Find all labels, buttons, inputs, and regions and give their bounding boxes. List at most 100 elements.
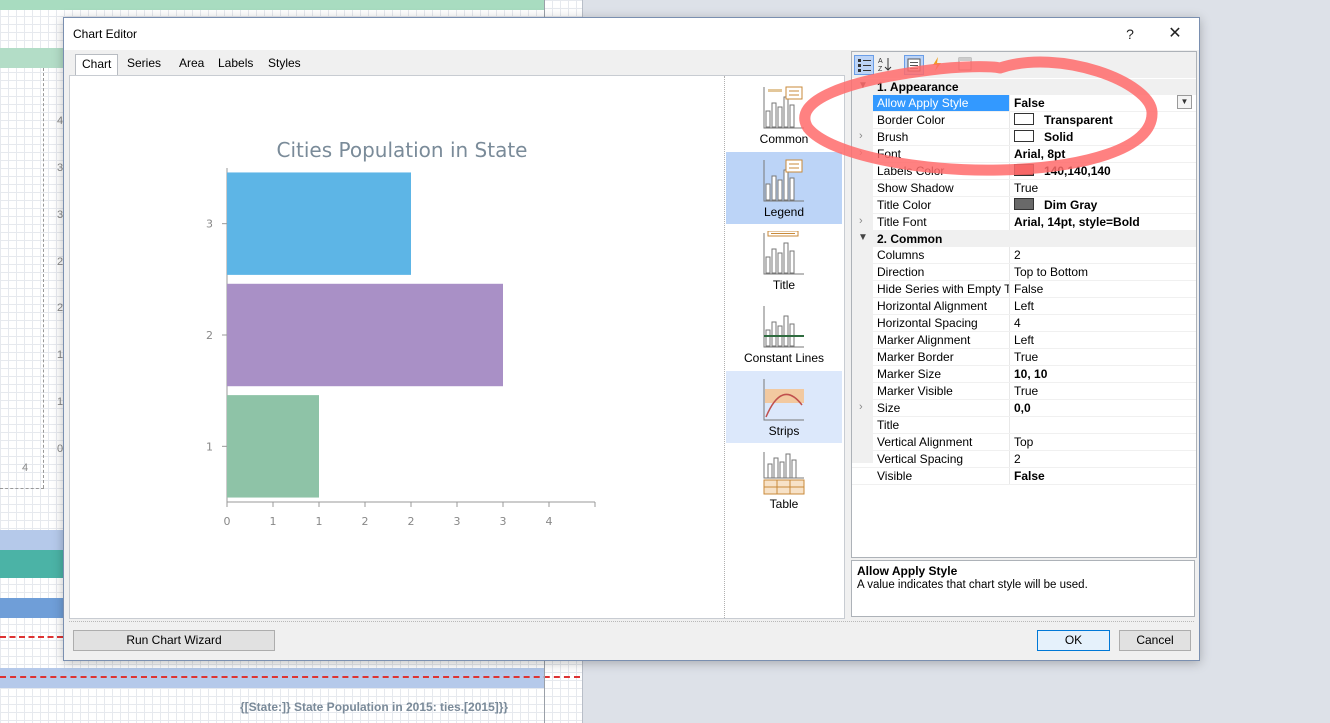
chevron-down-icon[interactable]: ▼ (858, 80, 868, 91)
property-row-horizontal-spacing[interactable]: Horizontal Spacing 4 (852, 315, 1196, 332)
x-tick-label: 3 (454, 515, 461, 528)
categorized-view-icon[interactable] (854, 55, 874, 75)
property-row-size[interactable]: › Size 0,0 (852, 400, 1196, 417)
chart-element-label: Title (772, 278, 796, 292)
property-row-marker-border[interactable]: Marker Border True (852, 349, 1196, 366)
property-row-show-shadow[interactable]: Show Shadow True (852, 180, 1196, 197)
help-button[interactable]: ? (1118, 23, 1142, 45)
property-row-title-color[interactable]: Title Color Dim Gray (852, 197, 1196, 214)
chart-preview[interactable]: Cities Population in State 1 2 3 0 1 1 2 2 3 3 4 (70, 76, 724, 618)
sort-alphabetical-icon[interactable]: AZ (876, 55, 896, 75)
property-value[interactable]: Solid (1014, 129, 1073, 145)
dialog-titlebar[interactable]: Chart Editor ? ✕ (64, 18, 1199, 50)
property-value[interactable]: Arial, 14pt, style=Bold (1014, 214, 1140, 230)
chart-element-common[interactable]: Common (726, 79, 842, 151)
property-value[interactable]: 140,140,140 (1014, 163, 1111, 179)
property-value[interactable]: Dim Gray (1014, 197, 1097, 213)
tab-chart[interactable]: Chart (75, 54, 119, 75)
designer-axis-label: 4 (22, 462, 29, 474)
property-description: Allow Apply Style A value indicates that… (851, 560, 1195, 617)
property-row-allow-apply-style[interactable]: Allow Apply Style False ▼ (852, 95, 1196, 112)
dropdown-chevron-icon[interactable]: ▼ (1177, 95, 1192, 109)
chevron-right-icon[interactable]: › (859, 130, 863, 142)
panel-divider (724, 76, 725, 618)
events-view-icon[interactable] (928, 55, 948, 75)
property-row-title-font[interactable]: › Title Font Arial, 14pt, style=Bold (852, 214, 1196, 231)
property-name: Show Shadow (873, 180, 1010, 196)
property-value[interactable]: True (1014, 180, 1038, 196)
tab-styles[interactable]: Styles (262, 54, 307, 73)
y-tick-label: 3 (206, 218, 213, 231)
title-chart-icon (763, 231, 804, 275)
bar-1[interactable] (227, 395, 319, 498)
property-value[interactable]: 10, 10 (1014, 366, 1047, 382)
property-value[interactable]: 4 (1014, 315, 1021, 331)
property-row-direction[interactable]: Direction Top to Bottom (852, 264, 1196, 281)
property-row-border-color[interactable]: Border Color Transparent (852, 112, 1196, 129)
property-value[interactable]: False (1014, 281, 1043, 297)
tab-area[interactable]: Area (173, 54, 210, 73)
chevron-down-icon[interactable]: ▼ (858, 232, 868, 243)
property-value[interactable]: 2 (1014, 451, 1021, 467)
property-value[interactable]: True (1014, 383, 1038, 399)
property-row-marker-alignment[interactable]: Marker Alignment Left (852, 332, 1196, 349)
property-pages-icon[interactable] (956, 55, 976, 75)
properties-view-icon[interactable] (904, 55, 924, 75)
x-tick-label: 1 (316, 515, 323, 528)
x-tick-label: 2 (362, 515, 369, 528)
designer-band-header (0, 0, 545, 10)
property-name: Labels Color (873, 163, 1010, 179)
ok-button[interactable]: OK (1037, 630, 1110, 651)
chart-editor-dialog: Chart Editor ? ✕ Chart Series Area Labels St… (63, 17, 1200, 661)
bar-3[interactable] (227, 172, 411, 275)
property-row-font[interactable]: › Font Arial, 8pt (852, 146, 1196, 163)
tab-series[interactable]: Series (121, 54, 167, 73)
property-name: Marker Visible (873, 383, 1010, 399)
property-value[interactable]: True (1014, 349, 1038, 365)
chart-element-table[interactable]: Table (726, 444, 842, 516)
property-value[interactable]: 0,0 (1014, 400, 1031, 416)
cancel-button[interactable]: Cancel (1119, 630, 1191, 651)
property-value[interactable]: Top to Bottom (1014, 264, 1088, 280)
chart-element-constant-lines[interactable]: Constant Lines (726, 298, 842, 370)
chart-element-legend[interactable]: Legend (726, 152, 842, 224)
chevron-right-icon[interactable]: › (859, 401, 863, 413)
property-row-columns[interactable]: Columns 2 (852, 247, 1196, 264)
chart-element-label: Constant Lines (743, 351, 825, 365)
property-row-brush[interactable]: › Brush Solid (852, 129, 1196, 146)
property-row-marker-visible[interactable]: Marker Visible True (852, 383, 1196, 400)
tab-labels[interactable]: Labels (212, 54, 259, 73)
property-grid-toolbar: AZ (852, 52, 1196, 78)
chart-element-strips[interactable]: Strips (726, 371, 842, 443)
chevron-right-icon[interactable]: › (859, 215, 863, 227)
designer-footer-expression[interactable]: {[State:]} State Population in 2015: tie… (240, 700, 508, 714)
property-name: Horizontal Alignment (873, 298, 1010, 314)
property-row-hide-series-with-empty-title[interactable]: Hide Series with Empty TitleFalse (852, 281, 1196, 298)
property-value[interactable]: Left (1014, 332, 1034, 348)
property-value[interactable]: False (1014, 468, 1045, 484)
property-row-labels-color[interactable]: Labels Color 140,140,140 (852, 163, 1196, 180)
bar-2[interactable] (227, 283, 503, 387)
color-swatch (1014, 164, 1034, 176)
property-value[interactable]: Left (1014, 298, 1034, 314)
property-row-visible[interactable]: Visible False (852, 468, 1196, 485)
property-category[interactable]: ▼ 1. Appearance (852, 79, 1196, 95)
property-value[interactable]: Top (1014, 434, 1033, 450)
chevron-right-icon[interactable]: › (859, 147, 863, 159)
chart-element-label: Common (759, 132, 809, 146)
run-chart-wizard-button[interactable]: Run Chart Wizard (73, 630, 275, 651)
chart-element-title[interactable]: Title (726, 225, 842, 297)
close-icon[interactable]: ✕ (1163, 23, 1187, 45)
property-value[interactable]: 2 (1014, 247, 1021, 263)
category-name: 1. Appearance (877, 80, 959, 94)
property-row-horizontal-alignment[interactable]: Horizontal Alignment Left (852, 298, 1196, 315)
property-value[interactable]: Transparent (1014, 112, 1113, 128)
property-category[interactable]: ▼ 2. Common (852, 231, 1196, 247)
property-value[interactable]: False (1014, 95, 1045, 111)
property-row-marker-size[interactable]: Marker Size 10, 10 (852, 366, 1196, 383)
property-row-title[interactable]: Title (852, 417, 1196, 434)
property-grid: AZ ▼ 1. Appearance Allow Apply Style False ▼… (851, 51, 1197, 558)
property-value[interactable]: Arial, 8pt (1014, 146, 1065, 162)
property-row-vertical-alignment[interactable]: Vertical Alignment Top (852, 434, 1196, 451)
property-row-vertical-spacing[interactable]: Vertical Spacing 2 (852, 451, 1196, 468)
